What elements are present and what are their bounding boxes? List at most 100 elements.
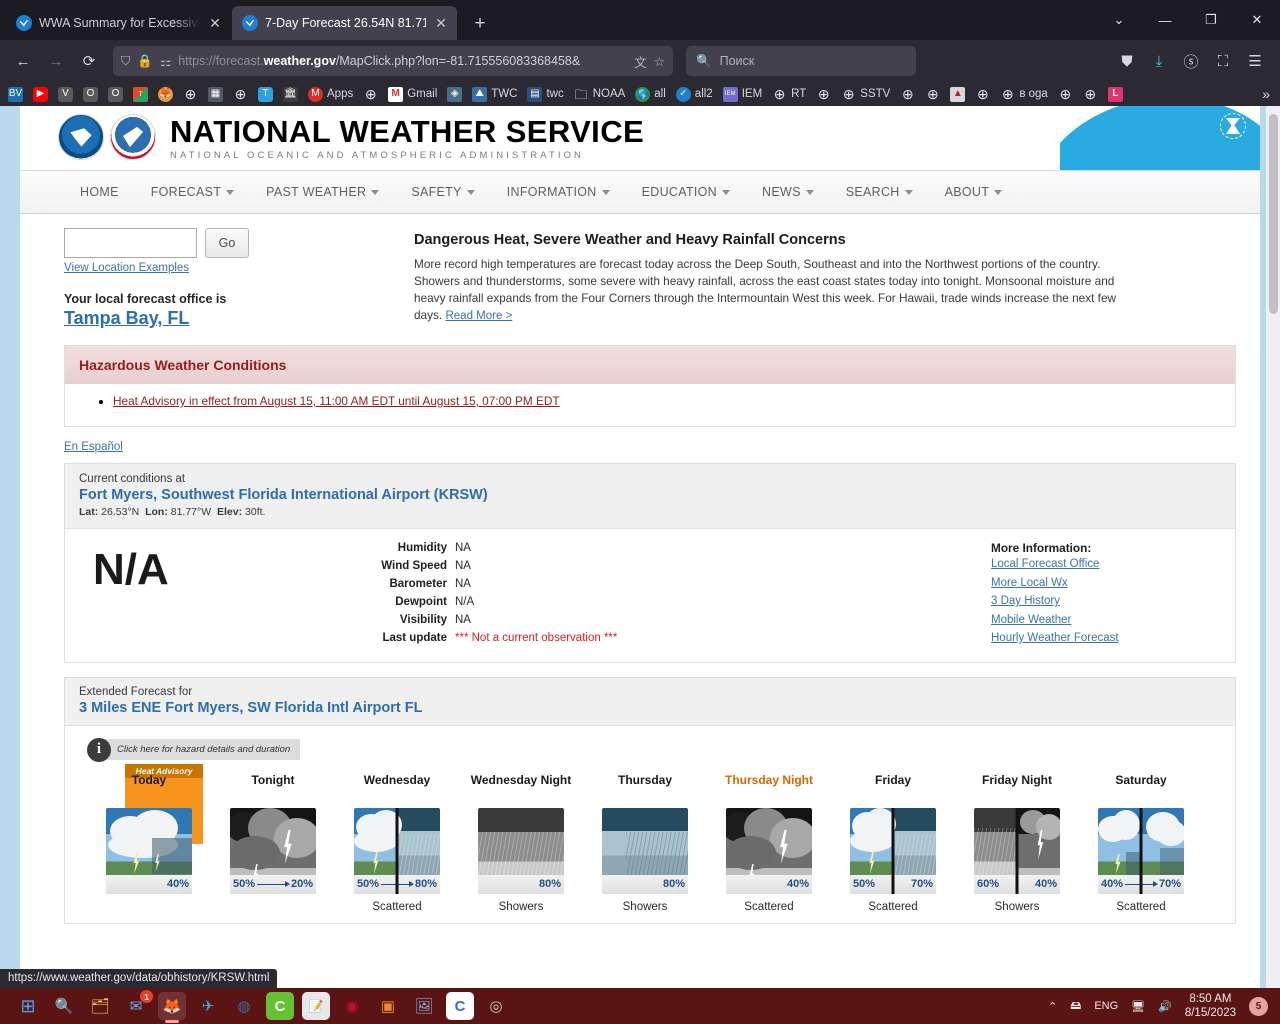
hazard-hint-bar[interactable]: i Click here for hazard details and dura… [87, 737, 1225, 762]
more-local-wx-link[interactable]: More Local Wx [991, 575, 1221, 593]
language-indicator[interactable]: ENG [1094, 1000, 1118, 1012]
bookmark-item[interactable]: ▲ [946, 86, 969, 103]
location-search-input[interactable] [64, 228, 197, 258]
firefox-icon[interactable]: 🦊 [158, 992, 186, 1023]
page-scrollbar[interactable] [1266, 106, 1280, 988]
bookmark-item[interactable]: ⊕ [229, 86, 252, 103]
browser-tab-2[interactable]: 7-Day Forecast 26.54N 81.71W ✕ [232, 6, 457, 40]
nws-app-icon[interactable]: ◉ [338, 992, 366, 1020]
forecast-card-friday-night[interactable]: Friday Night 60% 40% Showers [955, 772, 1079, 913]
maximize-button[interactable]: ❐ [1188, 0, 1234, 40]
minimize-button[interactable]: — [1142, 0, 1188, 40]
bookmark-item[interactable]: ⊕ [1079, 86, 1102, 103]
bookmarks-overflow-icon[interactable]: » [1256, 86, 1276, 102]
bookmark-item[interactable]: O [79, 86, 102, 103]
notification-badge[interactable]: 5 [1249, 996, 1268, 1016]
bookmark-item[interactable]: ⊕ SSTV [837, 86, 894, 103]
bookmark-item[interactable]: ⊕ [971, 86, 994, 103]
bookmark-item[interactable]: ⊕ [896, 86, 919, 103]
bookmark-item[interactable]: ⛰ TWC [468, 86, 521, 103]
nav-item-safety[interactable]: SAFETY [395, 170, 490, 214]
vmware-icon[interactable]: ▣ [374, 992, 402, 1020]
forecast-card-today[interactable]: Heat Advisory Today 40% [87, 763, 211, 913]
nav-item-forecast[interactable]: FORECAST [135, 170, 250, 214]
notepad-icon[interactable]: 📝 [302, 992, 330, 1020]
back-button[interactable]: ← [8, 46, 38, 76]
volume-icon[interactable]: 🔊 [1158, 1000, 1172, 1013]
usb-icon[interactable]: 🖴 [1070, 997, 1081, 1016]
read-more-link[interactable]: Read More > [445, 310, 512, 322]
bookmark-item[interactable]: ⊕ [812, 86, 835, 103]
bookmark-item[interactable]: L [1104, 86, 1127, 103]
three-day-history-link[interactable]: 3 Day History [991, 593, 1221, 611]
local-office-link[interactable]: Tampa Bay, FL [64, 308, 394, 329]
start-windows-icon[interactable]: ⊞ [14, 992, 42, 1020]
mail-icon[interactable]: ✉ 1 [122, 990, 153, 1020]
bookmark-item[interactable]: 🦊 [154, 86, 177, 103]
scrollbar-thumb[interactable] [1269, 114, 1278, 314]
nav-item-information[interactable]: INFORMATION [491, 170, 626, 214]
bookmark-item[interactable]: M Gmail [384, 86, 441, 103]
bookmark-item[interactable]: ▶ [29, 86, 52, 103]
nav-item-past-weather[interactable]: PAST WEATHER [250, 170, 395, 214]
tab-list-chevron-icon[interactable]: ⌄ [1096, 0, 1142, 40]
bookmark-item[interactable]: ⊕ [1054, 86, 1077, 103]
search-icon[interactable]: 🔍 [50, 992, 78, 1020]
forecast-card-wednesday-night[interactable]: Wednesday Night 80% Showers [459, 772, 583, 913]
hourly-weather-forecast-link[interactable]: Hourly Weather Forecast [991, 630, 1221, 648]
bookmark-item[interactable]: ⊕ [179, 86, 202, 103]
forward-button[interactable]: → [41, 46, 71, 76]
nav-item-search[interactable]: SEARCH [830, 170, 929, 214]
telegram-icon[interactable]: ✈ [194, 992, 222, 1020]
calibre-icon[interactable]: C [266, 992, 294, 1020]
mobile-weather-link[interactable]: Mobile Weather [991, 612, 1221, 630]
account-icon[interactable]: ⓢ [1176, 46, 1206, 76]
new-tab-button[interactable]: + [464, 8, 496, 40]
forecast-card-thursday-night[interactable]: Thursday Night 40% Scattered [707, 772, 831, 913]
bookmark-item[interactable]: ▦ [204, 86, 227, 103]
nav-item-news[interactable]: NEWS [746, 170, 830, 214]
translate-icon[interactable]: 文 [634, 52, 647, 71]
nav-item-home[interactable]: HOME [64, 170, 135, 214]
forecast-card-tonight[interactable]: Tonight 50% 20% [211, 772, 335, 913]
bookmark-item[interactable]: ⊕ [921, 86, 944, 103]
file-explorer-icon[interactable]: 🗂 [86, 992, 114, 1020]
bookmark-item[interactable]: 🏛 [279, 86, 302, 103]
taskbar-clock[interactable]: 8:50 AM 8/15/2023 [1185, 992, 1236, 1021]
go-button[interactable]: Go [205, 228, 249, 258]
obs-icon[interactable]: ◎ [482, 992, 510, 1020]
downloads-icon[interactable]: ⤓ [1144, 46, 1174, 76]
app-menu-icon[interactable]: ☰ [1240, 46, 1270, 76]
bookmark-item[interactable]: M Apps [304, 86, 357, 103]
local-forecast-office-link[interactable]: Local Forecast Office [991, 556, 1221, 574]
browser-tab-1[interactable]: WWA Summary for Excessive H ✕ [6, 6, 231, 40]
bookmark-item[interactable]: T [254, 86, 277, 103]
forecast-card-wednesday[interactable]: Wednesday 50% 80% Scattered [335, 772, 459, 913]
bookmark-item[interactable]: O [104, 86, 127, 103]
bookmark-item[interactable]: ▤ twc [523, 86, 567, 103]
address-bar[interactable]: ⛉ 🔒 ⚏ https://forecast.weather.gov/MapCl… [113, 46, 673, 76]
bookmark-item[interactable]: ✓ all2 [672, 86, 717, 103]
cherrytree-icon[interactable]: C [446, 992, 474, 1020]
search-bar[interactable]: 🔍 Поиск [686, 46, 916, 76]
bookmark-item[interactable]: 🌎 all [631, 86, 670, 103]
bookmark-item[interactable]: V [54, 86, 77, 103]
nav-item-about[interactable]: ABOUT [929, 170, 1019, 214]
reload-button[interactable]: ⟳ [74, 46, 104, 76]
bookmark-item[interactable]: BV [4, 86, 27, 103]
steam-icon[interactable]: ◍ [230, 992, 258, 1020]
bookmark-item[interactable]: IEM IEM [719, 86, 766, 103]
close-icon[interactable]: ✕ [433, 16, 449, 30]
extensions-icon[interactable]: ⛶ [1208, 46, 1238, 76]
bookmark-item[interactable]: T [129, 86, 152, 103]
forecast-card-thursday[interactable]: Thursday 80% Showers [583, 772, 707, 913]
close-window-button[interactable]: ✕ [1234, 0, 1280, 40]
pocket-icon[interactable]: ⛊ [1112, 46, 1142, 76]
espanol-link[interactable]: En Español [64, 441, 123, 453]
image-viewer-icon[interactable]: 🖼 [410, 992, 438, 1020]
bookmark-star-icon[interactable]: ☆ [654, 54, 665, 69]
bookmark-item[interactable]: ◈ [443, 86, 466, 103]
close-icon[interactable]: ✕ [207, 16, 223, 30]
view-location-examples-link[interactable]: View Location Examples [64, 262, 189, 274]
tray-chevron-up-icon[interactable]: ⌃ [1048, 1000, 1057, 1013]
